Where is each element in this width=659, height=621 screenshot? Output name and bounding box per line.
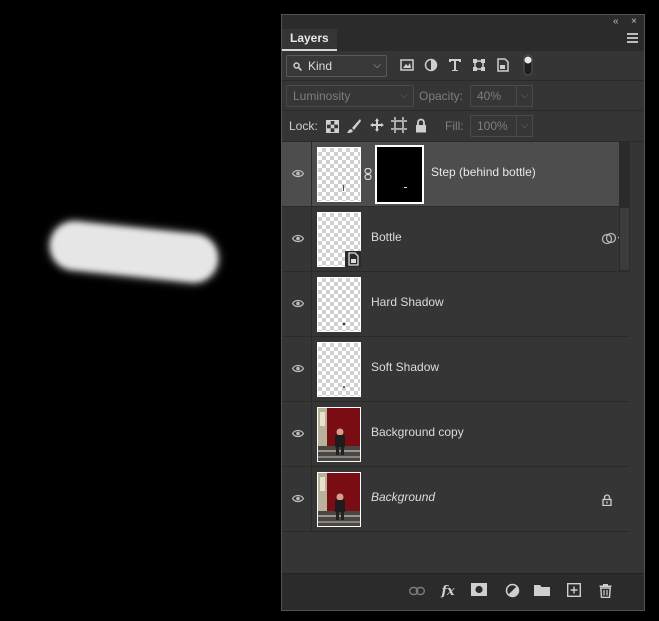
layer-name[interactable]: Bottle [371,230,402,244]
tab-layers[interactable]: Layers [282,29,337,51]
layer-style-icon[interactable]: fx [439,583,457,601]
layer-thumbnail [317,277,361,332]
type-filter-icon[interactable] [447,57,463,73]
smart-object-filter-icon[interactable] [495,57,511,73]
layer-thumbnail [317,472,361,527]
opacity-label: Opacity: [419,89,464,103]
layer-name[interactable]: Soft Shadow [371,360,439,374]
chevron-down-icon: ⌵ [400,90,408,101]
blend-mode-value: Luminosity [293,89,351,103]
panel-header-strip: « × [281,14,645,29]
layers-scrollbar[interactable] [619,142,630,272]
filter-toggle-icon[interactable] [520,54,536,76]
shape-filter-icon[interactable] [471,57,487,73]
adjustment-layer-icon[interactable] [503,583,521,601]
lock-transparent-pixels-icon[interactable] [324,118,340,134]
photo-thumbnail-image [318,408,360,461]
smart-object-badge-icon [345,251,361,267]
mask-link-icon[interactable] [363,168,373,180]
layer-thumbnail [317,147,361,202]
layer-name[interactable]: Step (behind bottle) [431,165,536,179]
document-canvas[interactable] [0,0,281,621]
collapse-panel-icon[interactable]: « [613,16,619,28]
blend-mode-select[interactable]: Luminosity ⌵ [286,85,414,107]
layer-row-background-copy[interactable]: Background copy [282,402,629,467]
opacity-value: 40% [477,89,502,103]
lock-icon[interactable] [602,494,612,506]
filter-kind-select[interactable]: Kind ⌵ [286,55,387,77]
eye-icon[interactable] [292,364,304,373]
eye-icon[interactable] [292,299,304,308]
layer-row-step[interactable]: Step (behind bottle) [282,142,629,207]
photo-thumbnail-image [318,473,360,526]
eye-icon[interactable] [292,169,304,178]
fill-dropdown-icon[interactable]: ⌵ [516,115,533,137]
layer-name[interactable]: Background [371,490,435,504]
layer-mask-thumbnail[interactable] [375,145,424,204]
delete-layer-icon[interactable] [596,583,614,601]
opacity-dropdown-icon[interactable]: ⌵ [516,85,533,107]
layer-thumbnail [317,407,361,462]
panel-menu-icon[interactable] [627,33,638,43]
fill-label: Fill: [445,119,464,133]
close-panel-icon[interactable]: × [631,16,637,28]
filter-kind-value: Kind [308,59,333,73]
fill-value: 100% [477,119,508,133]
layers-panel: Layers Kind ⌵ Luminosity ⌵ Opacity: 40% … [281,29,645,611]
link-layers-icon[interactable] [408,583,426,601]
eye-icon[interactable] [292,494,304,503]
layer-row-bottle[interactable]: Bottle [282,207,629,272]
layers-bottom-toolbar: fx [282,573,644,610]
fill-field[interactable]: 100% ⌵ [470,115,533,137]
layer-thumbnail [317,212,361,267]
layer-name[interactable]: Hard Shadow [371,295,444,309]
group-icon[interactable] [533,583,551,601]
eye-icon[interactable] [292,429,304,438]
adjustment-filter-icon[interactable] [423,57,439,73]
layer-row-background[interactable]: Background [282,467,629,532]
lock-row: Lock: Fill: 100% ⌵ [282,111,644,142]
opacity-field[interactable]: 40% ⌵ [470,85,533,107]
chevron-down-icon: ⌵ [373,60,381,71]
add-mask-icon[interactable] [470,583,488,601]
eye-icon[interactable] [292,234,304,243]
image-filter-icon[interactable] [399,57,415,73]
blurred-pill-shape [47,219,221,285]
layer-row-hard-shadow[interactable]: Hard Shadow [282,272,629,337]
layer-row-soft-shadow[interactable]: Soft Shadow [282,337,629,402]
panel-tab-bar: Layers [282,29,644,51]
lock-label: Lock: [289,119,318,133]
layer-thumbnail [317,342,361,397]
layer-name[interactable]: Background copy [371,425,464,439]
scrollbar-thumb[interactable] [620,208,629,270]
new-layer-icon[interactable] [565,582,583,601]
blend-row: Luminosity ⌵ Opacity: 40% ⌵ [282,81,644,111]
lock-image-pixels-icon[interactable] [346,118,362,134]
lock-all-icon[interactable] [413,117,429,133]
lock-artboard-icon[interactable] [391,117,407,133]
search-icon [293,62,302,71]
filter-row: Kind ⌵ [282,51,644,81]
lock-position-icon[interactable] [369,117,385,133]
